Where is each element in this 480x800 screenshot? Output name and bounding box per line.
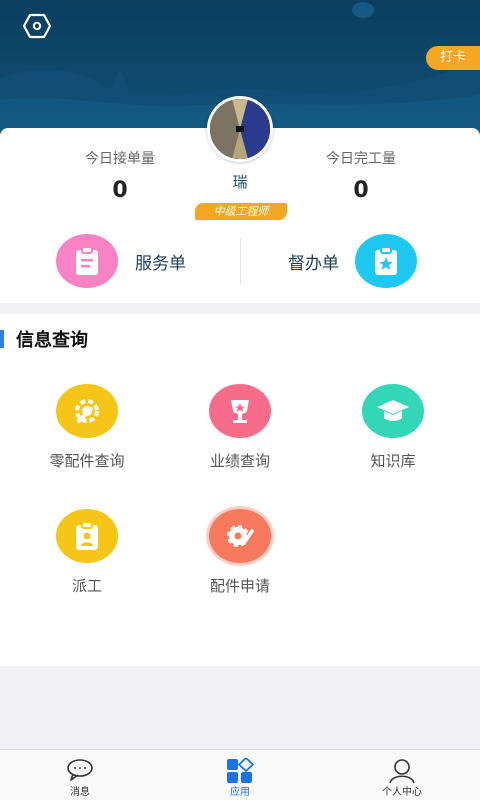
nav-label: 消息	[70, 787, 90, 798]
chat-bubble-icon	[67, 759, 93, 781]
today-orders-stat: 今日接单量 0	[40, 148, 200, 203]
parts-apply-item[interactable]: 配件申请	[180, 509, 300, 596]
stat-value: 0	[353, 178, 369, 203]
clipboard-star-icon	[355, 234, 417, 288]
performance-query-item[interactable]: 业绩查询	[180, 384, 300, 471]
grid-label: 业绩查询	[209, 452, 270, 470]
hexagon-settings-icon[interactable]	[22, 13, 52, 39]
nav-profile[interactable]: 个人中心	[342, 750, 462, 800]
order-divider	[240, 238, 241, 284]
nav-messages[interactable]: 消息	[20, 750, 140, 800]
wrench-gear-icon	[56, 384, 118, 438]
grid-label: 知识库	[370, 452, 416, 470]
nav-label: 个人中心	[382, 787, 422, 798]
section-title: 信息查询	[16, 330, 88, 351]
stat-label: 今日完工量	[326, 151, 396, 167]
today-completed-stat: 今日完工量 0	[281, 148, 441, 203]
level-badge: 中级工程师	[195, 203, 287, 220]
nav-apps[interactable]: 应用	[180, 750, 300, 800]
app-screen: 打卡 今日接单量 0 今日完工量 0 瑞 中级工程师 服务单 督办单 信息查询 …	[0, 0, 480, 800]
knowledge-base-item[interactable]: 知识库	[333, 384, 453, 471]
grid-label: 派工	[71, 577, 102, 595]
parts-query-item[interactable]: 零配件查询	[27, 384, 147, 471]
stat-label: 今日接单量	[85, 151, 155, 167]
apps-grid-icon	[227, 758, 254, 783]
graduation-cap-icon	[362, 384, 424, 438]
supervise-order-label: 督办单	[288, 253, 339, 274]
gear-pen-icon	[209, 509, 271, 563]
grid-label: 配件申请	[209, 577, 270, 595]
service-order-label: 服务单	[135, 253, 186, 274]
section-accent-bar	[0, 330, 4, 348]
service-order-button[interactable]: 服务单	[56, 232, 186, 290]
avatar[interactable]	[207, 96, 273, 162]
person-icon	[389, 759, 415, 784]
grid-label: 零配件查询	[49, 452, 125, 470]
nav-label: 应用	[230, 787, 250, 798]
dispatch-item[interactable]: 派工	[27, 509, 147, 596]
info-query-section: 信息查询 零配件查询 业绩查询 知识库 派工 配件申请	[0, 314, 480, 666]
clock-in-button[interactable]: 打卡	[426, 46, 480, 70]
user-name: 瑞	[232, 173, 248, 191]
stat-value: 0	[112, 178, 128, 203]
trophy-icon	[209, 384, 271, 438]
bottom-nav: 消息 应用 个人中心	[0, 749, 480, 800]
clipboard-icon	[56, 234, 118, 288]
supervise-order-button[interactable]: 督办单	[288, 232, 417, 290]
clipboard-person-icon	[56, 509, 118, 563]
